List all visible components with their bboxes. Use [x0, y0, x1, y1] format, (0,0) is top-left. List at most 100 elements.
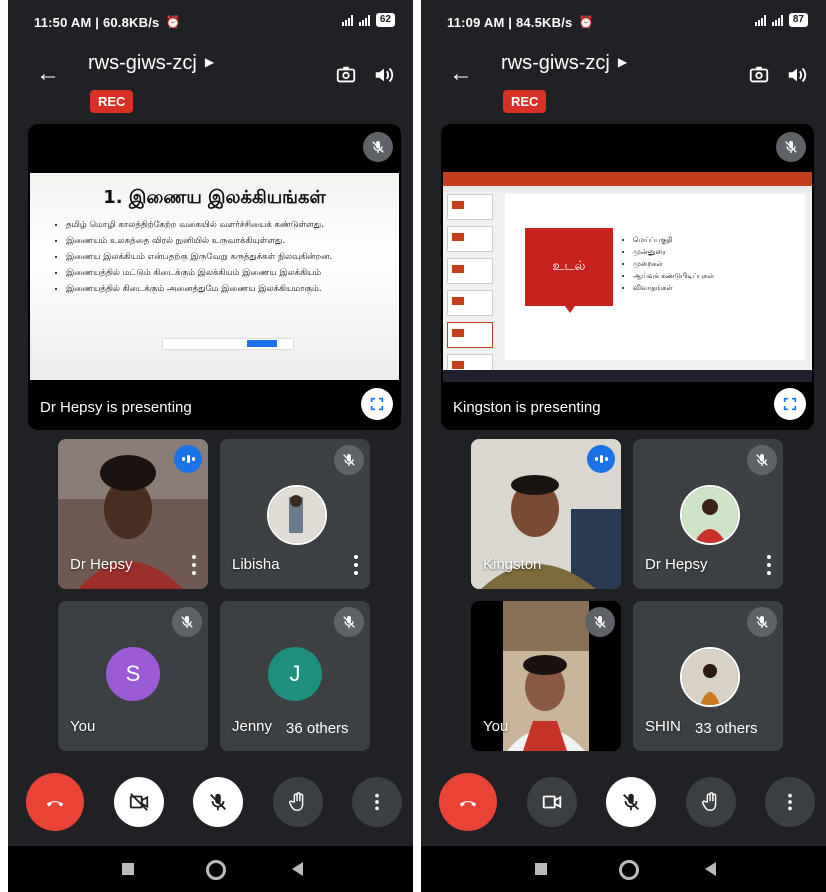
- shared-slide: 1. இணைய இலக்கியங்கள் தமிழ் மொழி காலத்திற…: [30, 173, 399, 380]
- hand-icon: [289, 792, 304, 811]
- slide-bullets: மெய்ப்பகுதி முன்னுரை முறைகள் ஆய்வுக் கண்…: [623, 234, 714, 294]
- more-options-icon[interactable]: [767, 555, 773, 575]
- alarm-icon: ⏰: [578, 15, 594, 29]
- camera-icon: [542, 795, 562, 809]
- participant-video: [503, 601, 589, 751]
- others-count-button[interactable]: 33 others: [681, 711, 772, 746]
- more-options-button[interactable]: [352, 777, 402, 827]
- fullscreen-icon: [370, 397, 384, 411]
- slide-bullet: ஆய்வுக் கண்டுபிடிப்புகள்: [633, 270, 714, 282]
- status-time: 11:09 AM | 84.5KB/s: [447, 14, 573, 30]
- slide-bullet: முன்னுரை: [633, 246, 714, 258]
- signal-icon: [358, 14, 370, 26]
- home-icon[interactable]: [206, 860, 226, 880]
- presentation-tile[interactable]: 1. இணைய இலக்கியங்கள் தமிழ் மொழி காலத்திற…: [28, 124, 401, 430]
- switch-camera-icon[interactable]: [748, 64, 770, 86]
- mic-off-icon: [747, 607, 777, 637]
- mic-off-icon: [172, 607, 202, 637]
- slide-bullets: தமிழ் மொழி காலத்திற்கேற்ற வகையில் வளர்ச்…: [30, 220, 399, 295]
- mic-off-icon: [776, 132, 806, 162]
- home-icon[interactable]: [619, 860, 639, 880]
- screen-share-bar: [162, 338, 294, 350]
- back-icon[interactable]: [705, 862, 716, 876]
- fullscreen-button[interactable]: [361, 388, 393, 420]
- mic-off-icon: [623, 793, 639, 811]
- avatar: [680, 647, 740, 707]
- slide-bullet: தமிழ் மொழி காலத்திற்கேற்ற வகையில் வளர்ச்…: [66, 220, 399, 231]
- mic-off-icon: [585, 607, 615, 637]
- mic-toggle-button[interactable]: [193, 777, 243, 827]
- participant-tile[interactable]: Kingston: [471, 439, 621, 589]
- participant-tile[interactable]: S You: [58, 601, 208, 751]
- phone-screen-right: 11:09 AM | 84.5KB/s ⏰ 87 ← rws-giws-zcj ▶…: [421, 0, 826, 892]
- switch-camera-icon[interactable]: [335, 64, 357, 86]
- participant-name: Dr Hepsy: [70, 556, 133, 573]
- back-icon[interactable]: [292, 862, 303, 876]
- meeting-code[interactable]: rws-giws-zcj ▶: [501, 52, 627, 75]
- avatar: [680, 485, 740, 545]
- slide-bullet: மெய்ப்பகுதி: [633, 234, 714, 246]
- mic-off-icon: [334, 445, 364, 475]
- android-nav-bar: [8, 846, 413, 892]
- meeting-header: ← rws-giws-zcj ▶ REC: [8, 50, 413, 114]
- signal-icon: [341, 14, 353, 26]
- audio-level-icon: [587, 445, 615, 473]
- slide-bullet: விவாதங்கள்: [633, 282, 714, 294]
- participant-tile[interactable]: Dr Hepsy: [633, 439, 783, 589]
- participant-tile[interactable]: Libisha: [220, 439, 370, 589]
- back-arrow-icon[interactable]: ←: [36, 62, 60, 86]
- slide-red-box: உடல்: [525, 228, 613, 313]
- slide-thumbnail: [447, 226, 493, 252]
- ppt-ribbon: [443, 172, 812, 186]
- meeting-code[interactable]: rws-giws-zcj ▶: [88, 52, 214, 75]
- mic-toggle-button[interactable]: [606, 777, 656, 827]
- recents-icon[interactable]: [535, 863, 547, 875]
- speaking-indicator: [174, 445, 202, 473]
- signal-icon: [754, 14, 766, 26]
- status-bar: 11:50 AM | 60.8KB/s ⏰ 62: [8, 0, 413, 44]
- mic-off-icon: [363, 132, 393, 162]
- camera-toggle-button[interactable]: [114, 777, 164, 827]
- volume-icon[interactable]: [373, 64, 395, 86]
- participant-tile[interactable]: You: [471, 601, 621, 751]
- others-count-button[interactable]: 36 others: [272, 711, 363, 746]
- hand-icon: [702, 792, 717, 811]
- presenting-label: Dr Hepsy is presenting: [40, 399, 192, 416]
- status-bar: 11:09 AM | 84.5KB/s ⏰ 87: [421, 0, 826, 44]
- avatar: J: [268, 647, 322, 701]
- rec-badge: REC: [503, 90, 547, 113]
- recents-icon[interactable]: [122, 863, 134, 875]
- slide-thumbnail: [447, 258, 493, 284]
- more-options-icon[interactable]: [354, 555, 360, 575]
- mic-off-icon: [334, 607, 364, 637]
- meeting-header: ← rws-giws-zcj ▶ REC: [421, 50, 826, 114]
- slide-thumbnail: [447, 194, 493, 220]
- participant-name: Dr Hepsy: [645, 556, 708, 573]
- speaking-indicator: [587, 445, 615, 473]
- end-call-button[interactable]: [26, 773, 84, 831]
- audio-level-icon: [174, 445, 202, 473]
- more-options-button[interactable]: [765, 777, 815, 827]
- slide-thumbnail: [447, 290, 493, 316]
- slide-thumbnail: [447, 322, 493, 348]
- windows-taskbar: [443, 370, 812, 382]
- participant-name: You: [70, 718, 96, 735]
- volume-icon[interactable]: [786, 64, 808, 86]
- back-arrow-icon[interactable]: ←: [449, 62, 473, 86]
- more-vert-icon: [788, 793, 792, 811]
- raise-hand-button[interactable]: [273, 777, 323, 827]
- participant-name: Libisha: [232, 556, 280, 573]
- more-vert-icon: [375, 793, 379, 811]
- camera-toggle-button[interactable]: [527, 777, 577, 827]
- presentation-tile[interactable]: உடல் மெய்ப்பகுதி முன்னுரை முறைகள் ஆய்வுக…: [441, 124, 814, 430]
- raise-hand-button[interactable]: [686, 777, 736, 827]
- end-call-icon: [459, 801, 477, 807]
- fullscreen-icon: [783, 397, 797, 411]
- participant-name: Kingston: [483, 556, 542, 573]
- slide-title: 1. இணைய இலக்கியங்கள்: [103, 187, 326, 208]
- fullscreen-button[interactable]: [774, 388, 806, 420]
- call-controls: [421, 773, 826, 835]
- more-options-icon[interactable]: [192, 555, 198, 575]
- end-call-button[interactable]: [439, 773, 497, 831]
- participant-tile[interactable]: Dr Hepsy: [58, 439, 208, 589]
